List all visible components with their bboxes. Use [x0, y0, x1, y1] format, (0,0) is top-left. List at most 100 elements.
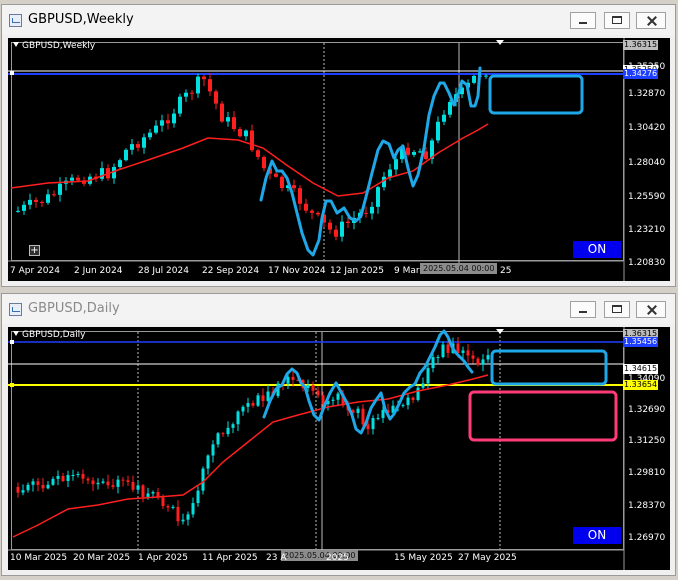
candle-body: [336, 393, 340, 400]
time-axis-label: 25: [500, 266, 512, 276]
candle-body: [70, 177, 74, 181]
candle-body: [431, 357, 435, 369]
candle-body: [310, 210, 314, 213]
candle-body: [81, 473, 85, 479]
candle-body: [476, 358, 480, 365]
hline-price-tag: 1.33654: [623, 380, 659, 390]
candle-body: [426, 368, 430, 384]
candle-body: [136, 144, 140, 148]
candle-body: [184, 92, 188, 97]
daily-symbol-label[interactable]: GBPUSD,Daily: [13, 330, 85, 340]
time-axis-label: 17 Nov 2024: [268, 266, 326, 276]
candle-body: [16, 210, 20, 212]
candle-body: [111, 485, 115, 487]
candle-body: [181, 519, 185, 522]
candle-body: [186, 514, 190, 520]
candle-body: [238, 129, 242, 137]
candle-body: [241, 406, 245, 412]
time-axis-label: 9 Mar: [394, 266, 420, 276]
candle-body: [266, 391, 270, 401]
minimize-icon[interactable]: [570, 301, 596, 318]
candle-body: [411, 397, 415, 400]
hline-anchor: [10, 383, 14, 387]
maximize-icon[interactable]: [604, 12, 630, 29]
price-axis-label: 1.25590: [628, 192, 666, 202]
candle-body: [298, 188, 302, 204]
candle-body: [236, 411, 240, 425]
daily-chart-area[interactable]: GBPUSD,Daily ON 2025.05.04 00:00 1.36315…: [8, 327, 670, 570]
candle-body: [250, 130, 254, 151]
price-axis-label: 1.29810: [628, 468, 666, 478]
candle-body: [166, 120, 170, 124]
time-axis-label: 28 Jul 2024: [138, 266, 189, 276]
time-axis-label: 23 A: [266, 553, 287, 563]
candle-body: [364, 212, 368, 214]
time-axis-label: 2 Jun 2024: [74, 266, 123, 276]
close-icon[interactable]: [636, 12, 666, 29]
time-axis-label: 1 Apr 2025: [138, 553, 188, 563]
weekly-chart-area[interactable]: GBPUSD,Weekly + ON 2025.05.04 00:00 1.36…: [8, 38, 670, 281]
candle-body: [340, 221, 344, 237]
candle-body: [406, 147, 410, 155]
daily-on-button[interactable]: ON: [573, 527, 621, 544]
candle-body: [261, 395, 265, 401]
time-axis-label: 10 Mar 2025: [10, 553, 68, 563]
candle-body: [214, 91, 218, 104]
candle-body: [274, 173, 278, 177]
candle-body: [316, 212, 320, 215]
dropdown-triangle-icon: [13, 331, 19, 336]
candle-body: [394, 159, 398, 170]
weekly-window-titlebar[interactable]: GBPUSD,Weekly: [2, 5, 675, 35]
daily-window-titlebar[interactable]: GBPUSD,Daily: [2, 294, 675, 324]
candle-body: [106, 481, 110, 486]
price-axis-label: 1.31250: [628, 436, 666, 446]
candle-body: [371, 418, 375, 430]
candle-body: [436, 121, 440, 141]
candle-body: [146, 493, 150, 497]
candle-body: [446, 344, 450, 353]
candle-body: [466, 350, 470, 356]
close-icon[interactable]: [636, 301, 666, 318]
candle-body: [256, 395, 260, 406]
hline-price-tag: 1.34276: [623, 69, 659, 79]
candle-body: [101, 481, 105, 483]
candle-body: [220, 103, 224, 122]
candle-body: [71, 475, 75, 477]
candle-body: [366, 424, 370, 430]
candle-body: [31, 481, 35, 485]
candle-body: [246, 403, 250, 407]
candle-body: [201, 468, 205, 491]
candle-body: [41, 484, 45, 489]
candle-body: [151, 492, 155, 494]
daily-price-chart[interactable]: [8, 327, 670, 570]
candle-body: [306, 385, 310, 389]
candle-body: [211, 444, 215, 456]
current-price-tag: 1.34615: [623, 364, 659, 374]
window-app-icon[interactable]: [9, 14, 22, 27]
weekly-on-button[interactable]: ON: [573, 241, 621, 258]
trend-drawing: [262, 329, 474, 435]
candle-body: [16, 487, 20, 493]
candle-body: [36, 481, 40, 485]
maximize-icon[interactable]: [604, 301, 630, 318]
price-axis-label: 1.30420: [628, 123, 666, 133]
candle-body: [116, 479, 120, 487]
candle-body: [472, 75, 476, 83]
candle-body: [232, 117, 236, 130]
candle-body: [136, 485, 140, 490]
candle-body: [334, 229, 338, 237]
candle-body: [46, 484, 50, 489]
candle-body: [26, 484, 30, 491]
candle-body: [100, 168, 104, 179]
weekly-symbol-label[interactable]: GBPUSD,Weekly: [13, 41, 95, 51]
plus-icon[interactable]: +: [29, 245, 40, 256]
weekly-price-chart[interactable]: [8, 38, 670, 281]
window-app-icon[interactable]: [9, 303, 22, 316]
candle-body: [286, 376, 290, 384]
minimize-icon[interactable]: [570, 12, 596, 29]
candle-body: [58, 183, 62, 195]
candle-body: [346, 221, 350, 223]
price-axis-label: 1.20830: [628, 258, 666, 268]
candle-body: [401, 405, 405, 407]
candle-body: [328, 222, 332, 230]
